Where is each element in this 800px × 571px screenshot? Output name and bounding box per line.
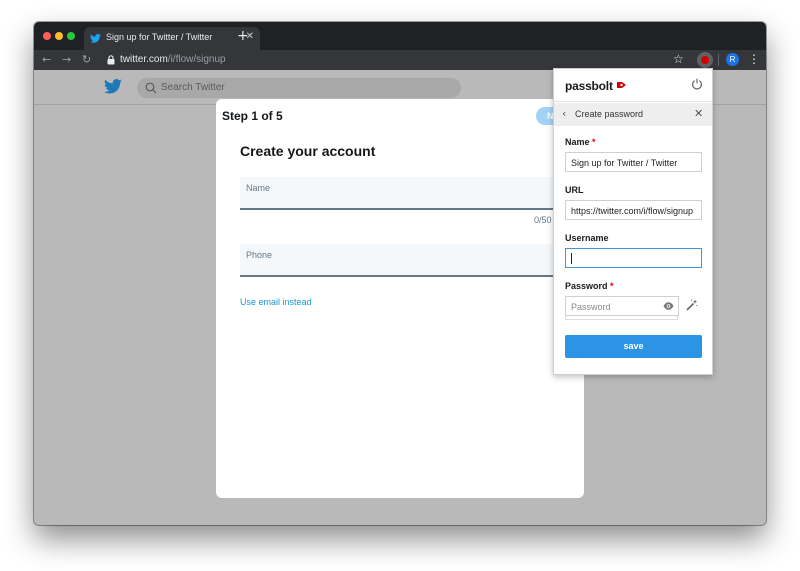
search-placeholder: Search Twitter: [161, 82, 225, 93]
maximize-window-button[interactable]: [67, 32, 75, 40]
tab-twitter-signup[interactable]: Sign up for Twitter / Twitter ✕: [84, 27, 260, 50]
passbolt-extension-icon[interactable]: [697, 52, 713, 68]
browser-toolbar: ← → ↻ twitter.com/i/flow/signup ☆ R ⋮: [34, 50, 766, 70]
search-icon: [145, 82, 157, 94]
browser-window: Sign up for Twitter / Twitter ✕ + ← → ↻ …: [34, 22, 766, 525]
passbolt-logo: passbolt: [565, 79, 613, 93]
passbolt-url-input[interactable]: https://twitter.com/i/flow/signup: [565, 200, 702, 220]
name-field-label: Name: [246, 183, 271, 193]
minimize-window-button[interactable]: [55, 32, 63, 40]
passbolt-header: passbolt: [554, 69, 712, 102]
toolbar-divider: [718, 54, 719, 66]
passbolt-username-input[interactable]: [565, 248, 702, 268]
new-tab-button[interactable]: +: [237, 28, 249, 44]
create-password-title: Create password: [575, 109, 644, 119]
back-chevron-icon[interactable]: ‹: [562, 107, 566, 120]
modal-title: Create your account: [240, 143, 376, 159]
signup-modal: Step 1 of 5 N Create your account Name 0…: [216, 99, 584, 498]
bookmark-star-icon[interactable]: ☆: [673, 52, 684, 66]
profile-avatar[interactable]: R: [726, 53, 739, 66]
passbolt-password-input[interactable]: Password: [565, 296, 679, 316]
passbolt-subheader: ‹ Create password ✕: [554, 103, 712, 126]
username-label: Username: [565, 233, 609, 243]
password-placeholder: Password: [571, 302, 611, 312]
close-icon[interactable]: ✕: [694, 107, 703, 120]
twitter-bird-icon: [90, 33, 101, 43]
reload-button[interactable]: ↻: [82, 53, 91, 66]
back-button[interactable]: ←: [42, 53, 51, 66]
passbolt-name-input[interactable]: Sign up for Twitter / Twitter: [565, 152, 702, 172]
twitter-search-input[interactable]: Search Twitter: [137, 78, 461, 98]
passbolt-logo-icon: [617, 82, 626, 88]
name-field[interactable]: Name: [240, 177, 584, 210]
address-bar[interactable]: twitter.com/i/flow/signup: [120, 54, 226, 65]
url-path: /i/flow/signup: [167, 54, 226, 65]
passbolt-popup: passbolt ‹ Create password ✕ Name * Sign…: [553, 68, 713, 375]
phone-field-label: Phone: [246, 250, 273, 260]
password-strength-bar: [565, 316, 678, 320]
power-icon[interactable]: [691, 78, 703, 90]
password-label: Password *: [565, 281, 614, 291]
close-window-button[interactable]: [43, 32, 51, 40]
phone-field[interactable]: Phone: [240, 244, 584, 277]
tab-title: Sign up for Twitter / Twitter: [106, 32, 213, 42]
name-label: Name *: [565, 137, 596, 147]
eye-icon[interactable]: [663, 301, 674, 311]
lock-icon: [107, 55, 115, 65]
step-indicator: Step 1 of 5: [222, 109, 283, 123]
url-host: twitter.com: [120, 54, 168, 65]
browser-menu-icon[interactable]: ⋮: [748, 52, 760, 66]
tab-bar: Sign up for Twitter / Twitter ✕ +: [34, 22, 766, 50]
url-label: URL: [565, 185, 584, 195]
forward-button[interactable]: →: [62, 53, 71, 66]
save-button[interactable]: save: [565, 335, 702, 358]
twitter-bird-icon[interactable]: [104, 79, 122, 94]
name-char-counter: 0/50: [534, 215, 552, 225]
magic-wand-icon[interactable]: [686, 299, 698, 311]
use-email-link[interactable]: Use email instead: [240, 297, 312, 307]
